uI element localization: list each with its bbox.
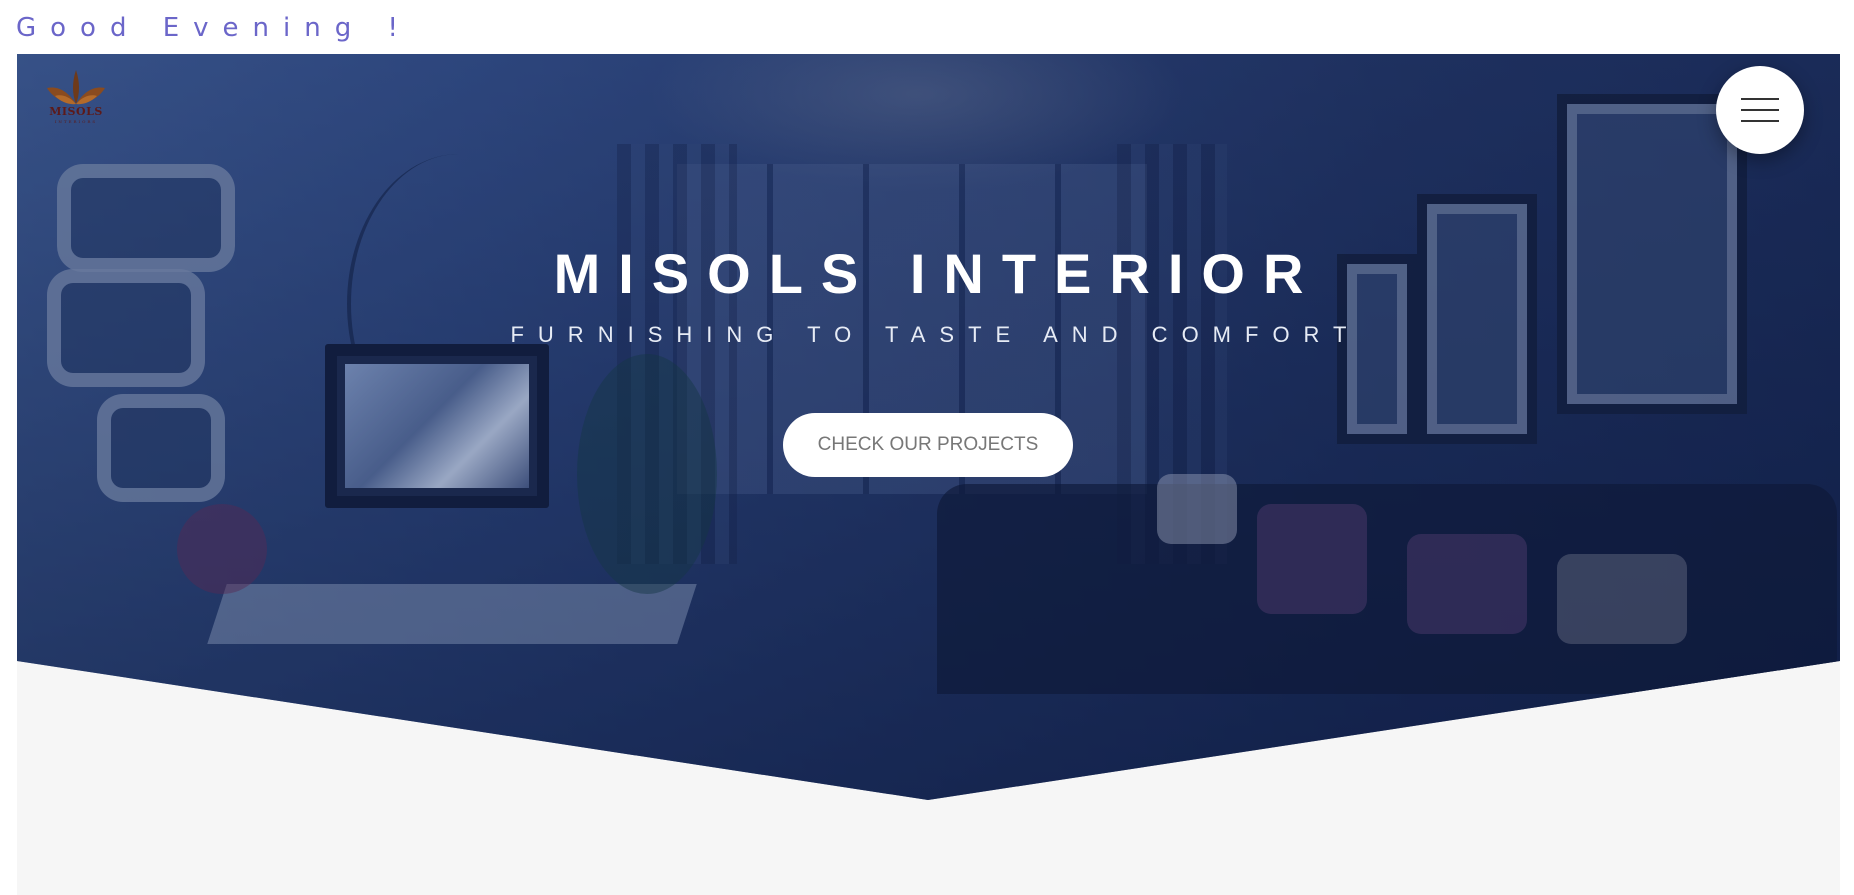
hero-title: MISOLS INTERIOR — [553, 242, 1322, 305]
greeting-text: Good Evening ! — [16, 13, 412, 43]
logo-subtitle: INTERIORS — [54, 119, 98, 124]
logo-name: MISOLS — [49, 105, 103, 118]
hero-section: MISOLS INTERIORS MISOLS INTERIOR FURNISH… — [17, 54, 1840, 800]
logo[interactable]: MISOLS INTERIORS — [39, 68, 113, 130]
page-container: MISOLS INTERIORS MISOLS INTERIOR FURNISH… — [17, 54, 1840, 895]
menu-bar — [1741, 98, 1779, 100]
menu-button[interactable] — [1716, 66, 1804, 154]
hero-subtitle: FURNISHING TO TASTE AND COMFORT — [510, 322, 1361, 347]
check-projects-button[interactable]: CHECK OUR PROJECTS — [783, 413, 1073, 477]
menu-bar — [1741, 120, 1779, 122]
lotus-leaf-icon — [47, 70, 105, 105]
menu-bar — [1741, 109, 1779, 111]
